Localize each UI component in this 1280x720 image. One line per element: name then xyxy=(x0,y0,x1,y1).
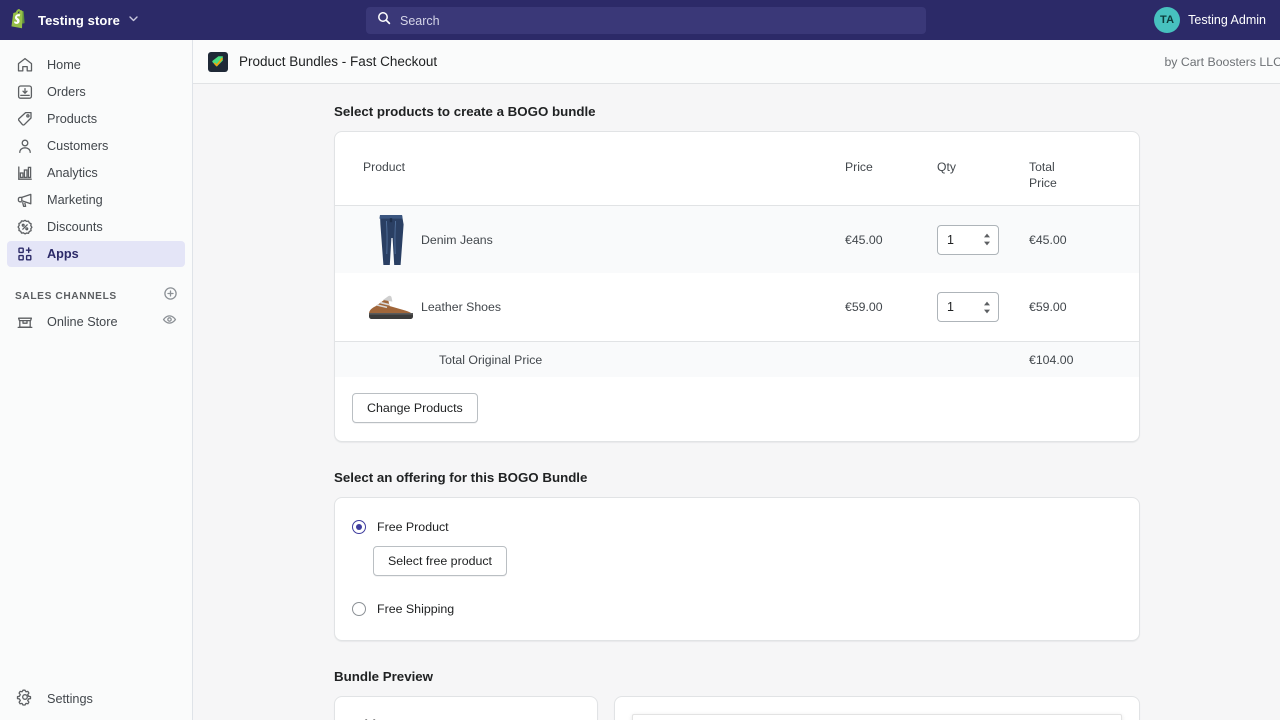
products-tag-icon xyxy=(15,109,35,129)
sidebar: Home Orders Products Customers xyxy=(0,40,193,720)
store-name-label: Testing store xyxy=(38,13,120,28)
bundle-preview-title: Bundle Preview xyxy=(334,669,1280,684)
sidebar-item-label: Marketing xyxy=(47,193,103,207)
total-price-line2: Price xyxy=(1029,175,1139,191)
analytics-bar-chart-icon xyxy=(15,163,35,183)
store-switcher[interactable]: Testing store xyxy=(0,0,151,40)
gear-icon xyxy=(15,687,35,712)
product-name: Leather Shoes xyxy=(419,273,845,341)
column-header-qty: Qty xyxy=(937,132,1029,205)
top-bar: Testing store TA Testing Admin xyxy=(0,0,1280,40)
eye-icon[interactable] xyxy=(162,312,177,332)
total-original-price-row: Total Original Price €104.00 xyxy=(335,341,1139,377)
orders-icon xyxy=(15,82,35,102)
quantity-stepper[interactable]: 1 xyxy=(937,292,999,322)
product-price: €59.00 xyxy=(845,273,937,341)
stepper-arrows-icon[interactable] xyxy=(983,233,991,246)
marketing-megaphone-icon xyxy=(15,190,35,210)
table-row: Leather Shoes €59.00 1 €59.00 xyxy=(335,273,1139,341)
sidebar-item-label: Home xyxy=(47,58,81,72)
apps-grid-plus-icon xyxy=(15,244,35,264)
bundle-preview-pane xyxy=(614,696,1140,720)
sidebar-item-label: Apps xyxy=(47,247,79,261)
product-total-price: €59.00 xyxy=(1029,273,1139,341)
sidebar-item-apps[interactable]: Apps xyxy=(7,241,185,267)
bundle-preview-grid: Widget Text xyxy=(334,696,1140,720)
sidebar-item-label: Customers xyxy=(47,139,108,153)
widget-text-card: Widget Text xyxy=(334,696,598,720)
sidebar-item-home[interactable]: Home xyxy=(7,52,185,78)
radio-free-shipping-input[interactable] xyxy=(352,602,366,616)
bundle-preview-canvas xyxy=(632,714,1122,720)
sidebar-item-label: Orders xyxy=(47,85,86,99)
column-header-total-price: Total Price xyxy=(1029,132,1139,205)
main-content: Select products to create a BOGO bundle … xyxy=(193,84,1280,720)
avatar: TA xyxy=(1154,7,1180,33)
radio-option-label: Free Product xyxy=(377,520,449,534)
product-total-price: €45.00 xyxy=(1029,205,1139,273)
radio-free-product-input[interactable] xyxy=(352,520,366,534)
offering-card: Free Product Select free product Free Sh… xyxy=(334,497,1140,641)
column-header-product: Product xyxy=(335,132,845,205)
home-icon xyxy=(15,55,35,75)
search-input[interactable] xyxy=(400,7,915,34)
leather-shoes-thumbnail xyxy=(363,279,419,335)
total-original-price-label: Total Original Price xyxy=(335,341,1029,377)
discounts-percent-icon xyxy=(15,217,35,237)
sidebar-item-label: Online Store xyxy=(47,315,162,329)
sidebar-item-products[interactable]: Products xyxy=(7,106,185,132)
products-table: Product Price Qty Total Price xyxy=(335,132,1139,377)
sales-channels-title: SALES CHANNELS xyxy=(15,291,117,302)
search-bar[interactable] xyxy=(366,7,926,34)
table-header-row: Product Price Qty Total Price xyxy=(335,132,1139,205)
plus-circle-icon[interactable] xyxy=(163,286,178,306)
sidebar-item-label: Products xyxy=(47,112,97,126)
app-vendor-label: by Cart Boosters LLC xyxy=(1164,55,1280,69)
sidebar-item-label: Discounts xyxy=(47,220,103,234)
product-price: €45.00 xyxy=(845,205,937,273)
products-section-title: Select products to create a BOGO bundle xyxy=(334,104,1280,119)
change-products-button[interactable]: Change Products xyxy=(352,393,478,423)
radio-option-free-shipping[interactable]: Free Shipping xyxy=(335,576,1139,616)
sidebar-item-orders[interactable]: Orders xyxy=(7,79,185,105)
customers-icon xyxy=(15,136,35,156)
shopify-logo-icon xyxy=(10,9,30,31)
offering-section-title: Select an offering for this BOGO Bundle xyxy=(334,470,1280,485)
online-store-icon xyxy=(15,312,35,332)
user-menu[interactable]: TA Testing Admin xyxy=(1148,0,1272,40)
sales-channels-header: SALES CHANNELS xyxy=(15,287,178,305)
select-free-product-button[interactable]: Select free product xyxy=(373,546,507,576)
sidebar-item-settings[interactable]: Settings xyxy=(7,686,200,712)
user-name-label: Testing Admin xyxy=(1188,13,1266,27)
sidebar-item-online-store[interactable]: Online Store xyxy=(7,309,185,335)
products-card: Product Price Qty Total Price xyxy=(334,131,1140,442)
quantity-value: 1 xyxy=(947,300,983,314)
total-price-line1: Total xyxy=(1029,159,1139,175)
radio-option-label: Free Shipping xyxy=(377,602,454,616)
sidebar-item-label: Settings xyxy=(47,692,93,706)
table-row: Denim Jeans €45.00 1 €45.00 xyxy=(335,205,1139,273)
sidebar-item-marketing[interactable]: Marketing xyxy=(7,187,185,213)
app-header-bar: Product Bundles - Fast Checkout by Cart … xyxy=(193,40,1280,84)
app-bundle-icon xyxy=(208,52,228,72)
radio-option-free-product[interactable]: Free Product xyxy=(335,520,1139,534)
total-original-price-value: €104.00 xyxy=(1029,341,1139,377)
search-icon xyxy=(377,11,391,30)
chevron-down-icon xyxy=(128,11,139,29)
column-header-price: Price xyxy=(845,132,937,205)
quantity-stepper[interactable]: 1 xyxy=(937,225,999,255)
sidebar-item-analytics[interactable]: Analytics xyxy=(7,160,185,186)
app-title: Product Bundles - Fast Checkout xyxy=(239,54,437,69)
quantity-value: 1 xyxy=(947,233,983,247)
sidebar-item-discounts[interactable]: Discounts xyxy=(7,214,185,240)
sidebar-item-label: Analytics xyxy=(47,166,98,180)
product-name: Denim Jeans xyxy=(419,205,845,273)
denim-jeans-thumbnail xyxy=(363,212,419,268)
stepper-arrows-icon[interactable] xyxy=(983,301,991,314)
sidebar-item-customers[interactable]: Customers xyxy=(7,133,185,159)
